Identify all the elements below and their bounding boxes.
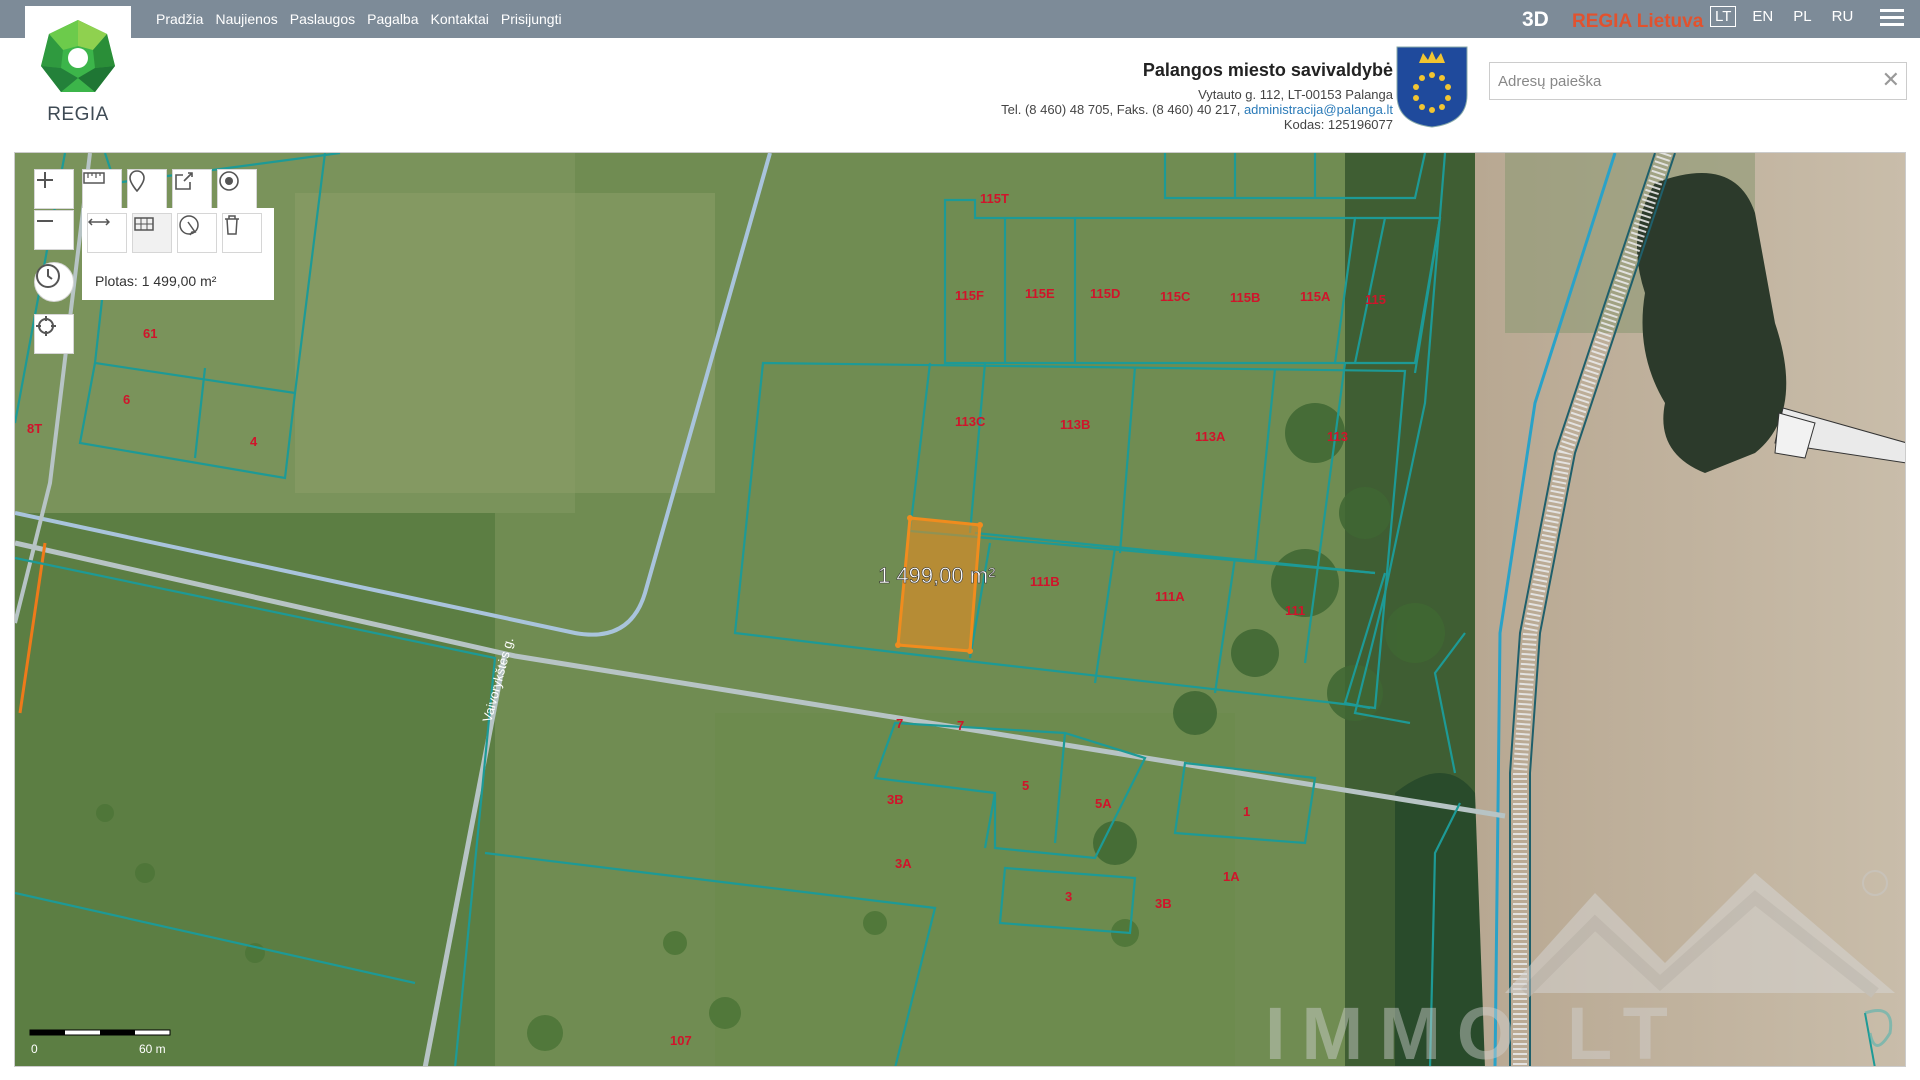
lang-en[interactable]: EN	[1748, 7, 1777, 26]
parcel-label: 6	[123, 392, 130, 407]
nav-services[interactable]: Paslaugos	[290, 11, 355, 27]
layers-button[interactable]	[217, 169, 257, 209]
lang-ru[interactable]: RU	[1828, 7, 1858, 26]
parcel-label: 5A	[1095, 796, 1112, 811]
parcel-label: 1	[1243, 804, 1250, 819]
nav-home[interactable]: Pradžia	[156, 11, 203, 27]
watermark-text: IMMO LT	[1265, 992, 1684, 1067]
parcel-label: 115A	[1300, 289, 1331, 304]
clock-icon	[36, 264, 60, 288]
zoom-out-button[interactable]	[34, 210, 74, 250]
language-switcher: LT EN PL RU	[1710, 6, 1857, 27]
parcel-label: 115E	[1025, 286, 1055, 301]
parcel-label: 61	[143, 326, 157, 341]
coat-of-arms-icon	[1396, 46, 1468, 128]
crosshair-icon	[36, 316, 56, 336]
phone-fax-text: Tel. (8 460) 48 705, Faks. (8 460) 40 21…	[1001, 102, 1244, 117]
regia-logo-icon	[41, 20, 115, 92]
parcel-label: 115T	[980, 191, 1009, 206]
main-nav: Pradžia Naujienos Paslaugos Pagalba Kont…	[156, 0, 562, 38]
parcel-label: 113B	[1060, 417, 1090, 432]
lang-pl[interactable]: PL	[1789, 7, 1815, 26]
parcel-label: 113A	[1195, 429, 1226, 444]
hamburger-menu-icon[interactable]	[1880, 9, 1904, 29]
parcel-label: 7	[957, 718, 964, 733]
parcel-label: 115C	[1160, 289, 1191, 304]
parcel-label: 111B	[1030, 574, 1060, 589]
top-bar: Pradžia Naujienos Paslaugos Pagalba Kont…	[0, 0, 1920, 38]
nav-contacts[interactable]: Kontaktai	[431, 11, 489, 27]
share-button[interactable]	[172, 169, 212, 209]
measure-area-button[interactable]	[132, 213, 172, 253]
measure-tool-button[interactable]	[82, 169, 122, 209]
address-search: ✕	[1489, 62, 1907, 100]
parcel-label: 5	[1022, 778, 1029, 793]
municipality-name: Palangos miesto savivaldybė	[1142, 60, 1393, 80]
nav-news[interactable]: Naujienos	[215, 11, 277, 27]
measure-select-button[interactable]	[177, 213, 217, 253]
measure-distance-button[interactable]	[87, 213, 127, 253]
map-pin-icon	[129, 170, 145, 192]
parcel-label: 1A	[1223, 869, 1240, 884]
plus-icon	[37, 172, 53, 188]
distance-icon	[88, 218, 110, 226]
map-canvas[interactable]: 115T 115F 115E 115D 115C 115B 115A 115 1…	[15, 153, 1906, 1067]
parcel-label: 8T	[27, 421, 42, 436]
parcel-label: 111	[1285, 603, 1305, 618]
select-cursor-icon	[179, 215, 199, 236]
parcel-label: 3A	[895, 856, 912, 871]
parcel-label: 3B	[1155, 896, 1172, 911]
parcel-label: 113C	[955, 414, 986, 429]
measurement-label: 1 499,00 m²	[878, 563, 995, 588]
scale-end-label: 60 m	[139, 1042, 166, 1056]
parcel-label: 115F	[955, 288, 984, 303]
locate-button[interactable]	[34, 314, 74, 354]
email-link[interactable]: administracija@palanga.lt	[1244, 102, 1393, 117]
nav-login[interactable]: Prisijungti	[501, 11, 562, 27]
municipality-address: Vytauto g. 112, LT-00153 Palanga	[1198, 87, 1393, 102]
parcel-label: 7	[896, 716, 903, 731]
parcel-label: 107	[670, 1033, 692, 1048]
municipality-contacts: Tel. (8 460) 48 705, Faks. (8 460) 40 21…	[1001, 102, 1393, 117]
parcel-label: 3B	[887, 792, 904, 807]
municipality-code: Kodas: 125196077	[1283, 117, 1393, 132]
parcel-label: 4	[250, 434, 258, 449]
measure-panel: Plotas: 1 499,00 m²	[82, 208, 274, 300]
lang-lt[interactable]: LT	[1710, 6, 1737, 27]
target-icon	[219, 171, 239, 191]
zoom-in-button[interactable]	[34, 169, 74, 209]
map-view[interactable]: 115T 115F 115E 115D 115C 115B 115A 115 1…	[14, 152, 1906, 1067]
address-search-input[interactable]	[1490, 63, 1870, 99]
share-icon	[175, 172, 193, 190]
parcel-label: 111A	[1155, 589, 1185, 604]
area-icon	[134, 217, 154, 231]
parcel-label: 3	[1065, 889, 1072, 904]
parcel-label: 115D	[1090, 286, 1120, 301]
parcel-label: 115B	[1230, 290, 1260, 305]
nav-help[interactable]: Pagalba	[367, 11, 418, 27]
minus-icon	[37, 220, 53, 222]
regia-lietuva-link[interactable]: REGIA Lietuva	[1572, 11, 1703, 33]
parcel-label: 115	[1365, 292, 1386, 307]
history-button[interactable]	[34, 262, 74, 302]
logo-text: REGIA	[47, 104, 109, 125]
scale-start-label: 0	[31, 1042, 38, 1056]
area-readout: Plotas: 1 499,00 m²	[95, 273, 217, 289]
regia-logo[interactable]: REGIA	[25, 6, 131, 130]
3d-mode-button[interactable]: 3D	[1522, 8, 1549, 32]
marker-button[interactable]	[127, 169, 167, 209]
ruler-icon	[83, 172, 105, 184]
clear-icon[interactable]: ✕	[1882, 67, 1900, 93]
clear-measure-button[interactable]	[222, 213, 262, 253]
trash-icon	[225, 215, 239, 235]
parcel-label: 113	[1327, 429, 1348, 444]
